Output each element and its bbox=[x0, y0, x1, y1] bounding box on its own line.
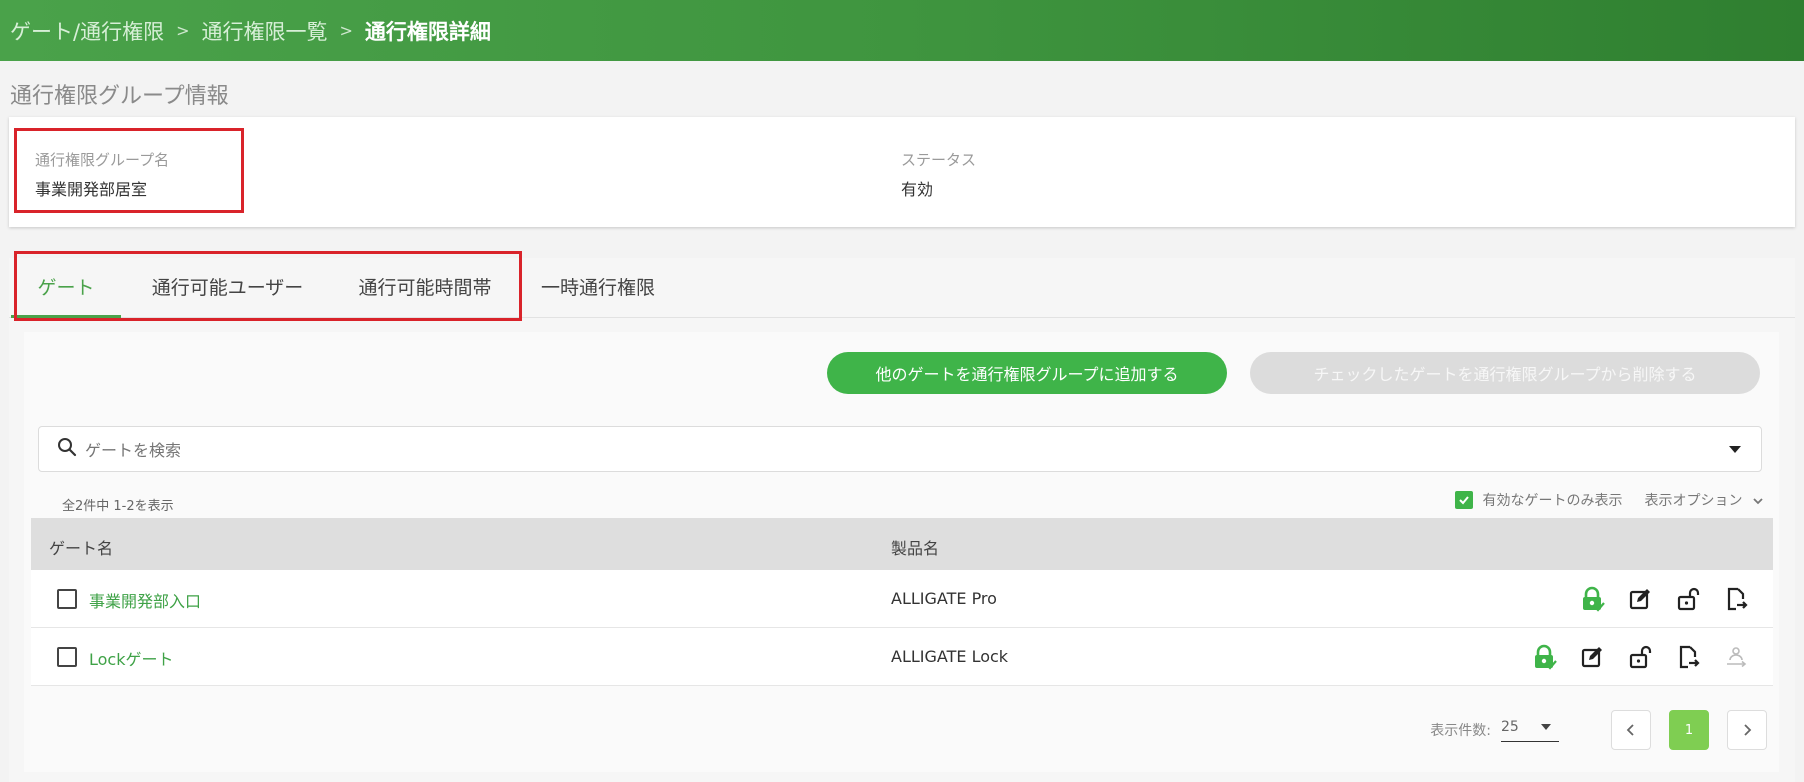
status-value: 有効 bbox=[901, 180, 934, 199]
row-checkbox[interactable] bbox=[57, 647, 77, 667]
lock-check-icon[interactable] bbox=[1577, 584, 1607, 614]
edit-icon[interactable] bbox=[1625, 584, 1655, 614]
search-icon bbox=[57, 437, 77, 461]
chevron-down-icon bbox=[1753, 498, 1763, 505]
status-label: ステータス bbox=[901, 151, 977, 169]
search-box[interactable] bbox=[38, 426, 1762, 472]
page-size-label: 表示件数: bbox=[1430, 723, 1491, 739]
chevron-left-icon bbox=[1626, 724, 1634, 736]
active-only-checkbox[interactable] bbox=[1454, 491, 1473, 509]
filter-area: 有効なゲートのみ表示 表示オプション bbox=[1454, 490, 1763, 510]
product-name: ALLIGATE Lock bbox=[891, 647, 1009, 666]
active-only-label[interactable]: 有効なゲートのみ表示 bbox=[1483, 490, 1623, 510]
gate-name-link[interactable]: 事業開発部入口 bbox=[89, 588, 201, 612]
export-icon[interactable] bbox=[1721, 584, 1751, 614]
tab-gates[interactable]: ゲート bbox=[11, 258, 121, 318]
check-icon bbox=[1458, 496, 1469, 505]
breadcrumb-separator: > bbox=[176, 21, 190, 40]
table-header: ゲート名 製品名 bbox=[31, 518, 1773, 570]
breadcrumb-current: 通行権限詳細 bbox=[364, 19, 491, 44]
table-row: 事業開発部入口 ALLIGATE Pro bbox=[31, 570, 1773, 628]
section-title: 通行権限グループ情報 bbox=[10, 84, 229, 109]
breadcrumb-separator: > bbox=[339, 21, 353, 40]
chevron-down-icon bbox=[1541, 723, 1551, 730]
group-name-field: 通行権限グループ名 事業開発部居室 bbox=[35, 149, 169, 200]
unlock-icon[interactable] bbox=[1625, 642, 1655, 672]
search-input[interactable] bbox=[85, 435, 1685, 465]
row-actions bbox=[1511, 642, 1751, 672]
group-name-value: 事業開発部居室 bbox=[35, 180, 148, 199]
tab-allowed-users[interactable]: 通行可能ユーザー bbox=[135, 258, 320, 318]
page-size-select[interactable]: 25 bbox=[1501, 719, 1559, 742]
chevron-down-icon[interactable] bbox=[1729, 446, 1741, 453]
column-header-gate-name[interactable]: ゲート名 bbox=[49, 535, 113, 559]
gate-name-link[interactable]: Lockゲート bbox=[89, 646, 174, 670]
remove-checked-gates-button[interactable]: チェックしたゲートを通行権限グループから削除する bbox=[1250, 352, 1760, 394]
display-options-label: 表示オプション bbox=[1644, 493, 1743, 509]
column-header-product-name[interactable]: 製品名 bbox=[891, 535, 939, 559]
status-field: ステータス 有効 bbox=[901, 149, 976, 200]
chevron-right-icon bbox=[1744, 724, 1752, 736]
gates-table: ゲート名 製品名 事業開発部入口 ALLIGATE Pro Lockゲート AL… bbox=[31, 518, 1773, 686]
breadcrumb-bar: ゲート/通行権限 > 通行権限一覧 > 通行権限詳細 bbox=[0, 0, 1804, 61]
edit-icon[interactable] bbox=[1577, 642, 1607, 672]
display-options-toggle[interactable]: 表示オプション bbox=[1645, 490, 1763, 510]
tabs-panel: ゲート 通行可能ユーザー 通行可能時間帯 一時通行権限 他のゲートを通行権限グル… bbox=[9, 258, 1795, 782]
pagination: 表示件数: 25 1 bbox=[1430, 710, 1767, 750]
tab-temporary-permission[interactable]: 一時通行権限 bbox=[528, 258, 668, 318]
table-row: Lockゲート ALLIGATE Lock bbox=[31, 628, 1773, 686]
tab-allowed-time[interactable]: 通行可能時間帯 bbox=[341, 258, 509, 318]
page-button-current[interactable]: 1 bbox=[1669, 710, 1709, 750]
gates-content: 他のゲートを通行権限グループに追加する チェックしたゲートを通行権限グループから… bbox=[24, 332, 1779, 772]
next-page-button[interactable] bbox=[1727, 710, 1767, 750]
tab-bar: ゲート 通行可能ユーザー 通行可能時間帯 一時通行権限 bbox=[9, 258, 1795, 318]
person-transfer-icon[interactable] bbox=[1721, 642, 1751, 672]
result-count: 全2件中 1-2を表示 bbox=[62, 499, 174, 514]
lock-check-icon[interactable] bbox=[1529, 642, 1559, 672]
add-gate-button[interactable]: 他のゲートを通行権限グループに追加する bbox=[827, 352, 1227, 394]
breadcrumb-item-gates[interactable]: ゲート/通行権限 bbox=[10, 16, 164, 46]
product-name: ALLIGATE Pro bbox=[891, 589, 997, 608]
group-name-label: 通行権限グループ名 bbox=[35, 151, 170, 169]
row-checkbox[interactable] bbox=[57, 589, 77, 609]
breadcrumb-item-permission-list[interactable]: 通行権限一覧 bbox=[201, 16, 327, 46]
export-icon[interactable] bbox=[1673, 642, 1703, 672]
page-size-value: 25 bbox=[1501, 718, 1519, 735]
unlock-icon[interactable] bbox=[1673, 584, 1703, 614]
row-actions bbox=[1559, 584, 1751, 614]
group-info-card: 通行権限グループ名 事業開発部居室 ステータス 有効 bbox=[9, 117, 1795, 227]
prev-page-button[interactable] bbox=[1611, 710, 1651, 750]
